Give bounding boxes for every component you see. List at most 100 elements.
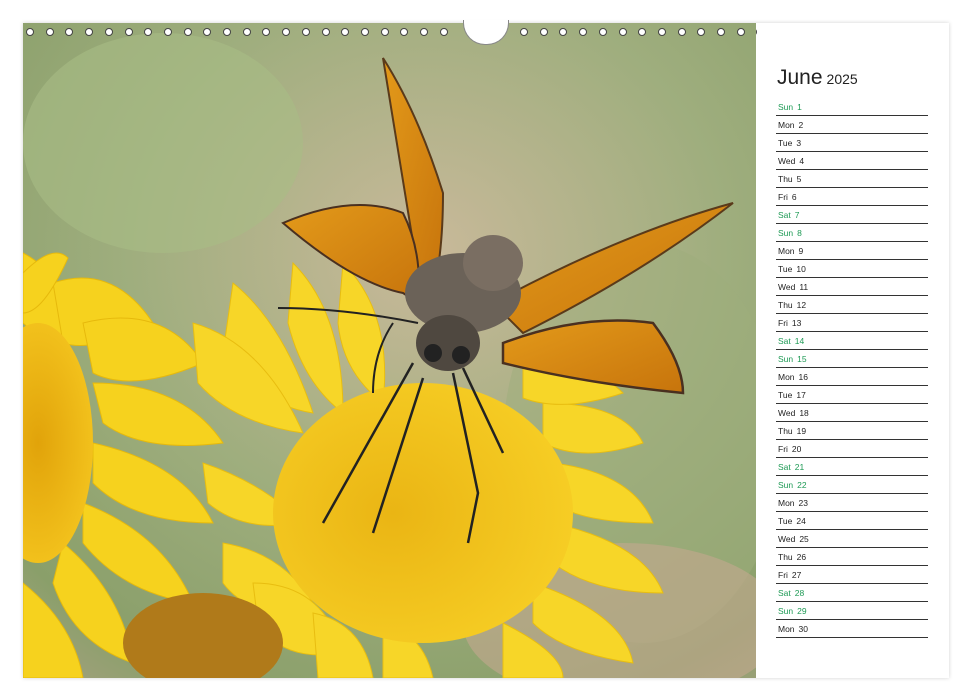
day-of-week: Sat xyxy=(778,210,791,220)
day-row: Fri 27 xyxy=(776,566,928,584)
day-row: Mon 9 xyxy=(776,242,928,260)
day-of-week: Sun xyxy=(778,228,794,238)
day-row: Fri 6 xyxy=(776,188,928,206)
day-of-week: Sun xyxy=(778,354,794,364)
ring-hole xyxy=(26,28,34,36)
day-number: 25 xyxy=(799,534,809,544)
day-row: Fri 13 xyxy=(776,314,928,332)
day-row: Tue 24 xyxy=(776,512,928,530)
day-number: 14 xyxy=(794,336,805,346)
day-number: 24 xyxy=(796,516,806,526)
ring-hole xyxy=(618,28,627,36)
ring-hole xyxy=(736,28,745,36)
day-row: Thu 12 xyxy=(776,296,928,314)
ring-hole xyxy=(697,28,706,36)
ring-hole xyxy=(45,28,54,36)
day-of-week: Tue xyxy=(778,264,793,274)
day-number: 15 xyxy=(797,354,807,364)
ring-hole xyxy=(262,28,271,36)
ring-hole xyxy=(400,28,409,36)
ring-hole xyxy=(677,28,686,36)
day-number: 12 xyxy=(796,300,807,310)
day-row: Tue 3 xyxy=(776,134,928,152)
day-number: 21 xyxy=(794,462,805,472)
day-of-week: Wed xyxy=(778,534,796,544)
day-number: 17 xyxy=(796,390,806,400)
ring-hole xyxy=(203,28,212,36)
day-row: Sat 7 xyxy=(776,206,928,224)
day-number: 7 xyxy=(794,210,800,220)
day-of-week: Wed xyxy=(778,156,796,166)
day-row: Thu 26 xyxy=(776,548,928,566)
day-of-week: Mon xyxy=(778,372,795,382)
day-of-week: Mon xyxy=(778,624,795,634)
day-of-week: Fri xyxy=(778,192,788,202)
day-of-week: Mon xyxy=(778,120,795,130)
day-of-week: Sat xyxy=(778,336,791,346)
day-row: Mon 23 xyxy=(776,494,928,512)
day-number: 9 xyxy=(798,246,804,256)
day-number: 22 xyxy=(797,480,807,490)
day-row: Sun 22 xyxy=(776,476,928,494)
ring-hole xyxy=(321,28,330,36)
day-of-week: Fri xyxy=(778,318,788,328)
day-number: 16 xyxy=(798,372,809,382)
ring-hole xyxy=(85,28,94,36)
day-of-week: Sun xyxy=(778,480,794,490)
day-row: Sat 21 xyxy=(776,458,928,476)
ring-hole xyxy=(420,28,428,36)
day-number: 29 xyxy=(797,606,807,616)
ring-hole xyxy=(223,28,231,36)
day-number: 30 xyxy=(798,624,809,634)
ring-hole xyxy=(183,28,192,36)
day-of-week: Thu xyxy=(778,300,793,310)
day-row: Wed 25 xyxy=(776,530,928,548)
day-of-week: Sun xyxy=(778,606,794,616)
day-of-week: Tue xyxy=(778,390,793,400)
ring-hole xyxy=(360,28,369,36)
day-of-week: Thu xyxy=(778,426,793,436)
day-of-week: Mon xyxy=(778,498,795,508)
day-number: 2 xyxy=(798,120,804,130)
ring-hole xyxy=(657,28,666,36)
day-row: Wed 4 xyxy=(776,152,928,170)
day-row: Sun 15 xyxy=(776,350,928,368)
ring-hole xyxy=(638,28,647,36)
day-number: 10 xyxy=(796,264,806,274)
day-row: Fri 20 xyxy=(776,440,928,458)
day-row: Sat 28 xyxy=(776,584,928,602)
day-number: 28 xyxy=(794,588,805,598)
day-of-week: Wed xyxy=(778,408,796,418)
ring-hole xyxy=(539,28,548,36)
ring-hole xyxy=(124,28,133,36)
day-number: 19 xyxy=(796,426,807,436)
day-row: Mon 16 xyxy=(776,368,928,386)
day-of-week: Thu xyxy=(778,174,793,184)
ring-hole xyxy=(301,28,310,36)
day-of-week: Sat xyxy=(778,462,791,472)
ring-hole xyxy=(520,28,528,36)
day-number: 5 xyxy=(796,174,802,184)
day-number: 18 xyxy=(799,408,809,418)
ring-hole xyxy=(144,28,153,36)
month-title: June 2025 xyxy=(777,66,858,90)
ring-hole xyxy=(579,28,588,36)
butterfly-photo xyxy=(23,23,756,678)
day-number: 1 xyxy=(797,102,802,112)
day-number: 4 xyxy=(799,156,805,166)
day-number: 27 xyxy=(791,570,802,580)
day-of-week: Fri xyxy=(778,444,788,454)
year: 2025 xyxy=(826,71,858,87)
day-row: Tue 10 xyxy=(776,260,928,278)
day-list: Sun 1 Mon 2 Tue 3 Wed 4 Thu 5 Fri 6 Sat 7 Sun 8 Mon 9 Tue 1… xyxy=(776,98,928,638)
ring-hole xyxy=(104,28,113,36)
ring-hole xyxy=(282,28,291,36)
day-number: 13 xyxy=(791,318,802,328)
month-name: June xyxy=(777,66,823,89)
day-of-week: Tue xyxy=(778,138,793,148)
day-row: Sat 14 xyxy=(776,332,928,350)
day-number: 20 xyxy=(791,444,802,454)
day-of-week: Tue xyxy=(778,516,793,526)
day-row: Tue 17 xyxy=(776,386,928,404)
ring-hole xyxy=(559,28,568,36)
